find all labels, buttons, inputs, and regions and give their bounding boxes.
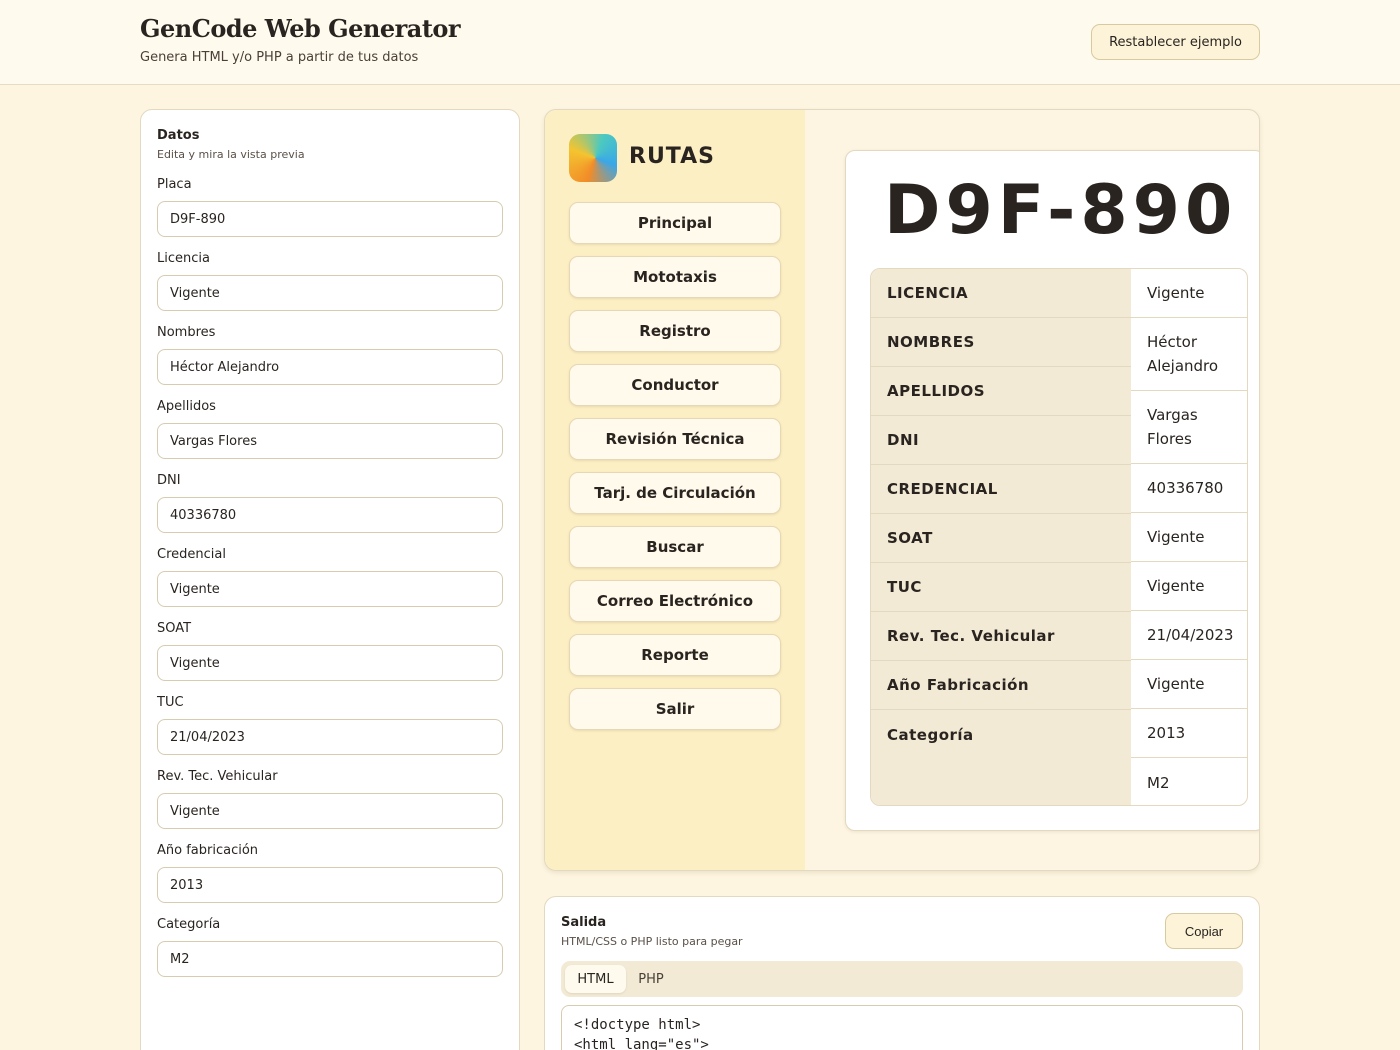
gradient-logo-icon (569, 134, 617, 182)
categoria-input[interactable] (157, 941, 503, 977)
key-nombres: NOMBRES (871, 318, 1131, 367)
reset-example-button[interactable]: Restablecer ejemplo (1091, 24, 1260, 60)
key-credencial: CREDENCIAL (871, 465, 1131, 514)
vehicle-data-table: LICENCIA NOMBRES APELLIDOS DNI CREDENCIA… (870, 268, 1248, 806)
value-cell: M2 (1147, 773, 1170, 792)
top-bar: GenCode Web Generator Genera HTML y/o PH… (0, 0, 1400, 85)
value-cell: Vigente (1131, 269, 1247, 318)
key-tuc: TUC (871, 563, 1131, 612)
key-rev-tec: Rev. Tec. Vehicular (871, 612, 1131, 661)
key-apellidos: APELLIDOS (871, 367, 1131, 416)
value-cell: Vigente (1131, 562, 1247, 611)
code-line: <!doctype html> (574, 1017, 701, 1033)
rev-tec-label: Rev. Tec. Vehicular (157, 769, 278, 784)
copy-button[interactable]: Copiar (1165, 913, 1243, 949)
menu-title: RUTAS (629, 144, 715, 169)
nav-buscar-button[interactable]: Buscar (569, 526, 781, 568)
nav-salir-button[interactable]: Salir (569, 688, 781, 730)
nombres-input[interactable] (157, 349, 503, 385)
key-soat: SOAT (871, 514, 1131, 563)
dni-input[interactable] (157, 497, 503, 533)
soat-input[interactable] (157, 645, 503, 681)
nav-reporte-button[interactable]: Reporte (569, 634, 781, 676)
tuc-input[interactable] (157, 719, 503, 755)
value-cell: Héctor Alejandro (1131, 318, 1247, 391)
key-licencia: LICENCIA (871, 269, 1131, 318)
nav-correo-button[interactable]: Correo Electrónico (569, 580, 781, 622)
anio-fabricacion-label: Año fabricación (157, 843, 259, 858)
credencial-input[interactable] (157, 571, 503, 607)
nav-revision-tecnica-button[interactable]: Revisión Técnica (569, 418, 781, 460)
licencia-label: Licencia (157, 251, 210, 266)
nav-tarj-circulacion-button[interactable]: Tarj. de Circulación (569, 472, 781, 514)
dni-label: DNI (157, 473, 181, 488)
placa-input[interactable] (157, 201, 503, 237)
licencia-input[interactable] (157, 275, 503, 311)
nombres-label: Nombres (157, 325, 216, 340)
form-title: Datos (157, 128, 200, 143)
nav-principal-button[interactable]: Principal (569, 202, 781, 244)
form-subtitle: Edita y mira la vista previa (157, 148, 305, 161)
nav-registro-button[interactable]: Registro (569, 310, 781, 352)
app-title: GenCode Web Generator (140, 14, 461, 43)
output-subtitle: HTML/CSS o PHP listo para pegar (561, 935, 743, 948)
tab-html[interactable]: HTML (565, 965, 626, 993)
key-dni: DNI (871, 416, 1131, 465)
nav-conductor-button[interactable]: Conductor (569, 364, 781, 406)
categoria-label: Categoría (157, 917, 221, 932)
value-cell: Vargas Flores (1131, 391, 1247, 464)
placa-label: Placa (157, 177, 192, 192)
app-subtitle: Genera HTML y/o PHP a partir de tus dato… (140, 50, 419, 65)
code-output[interactable]: <!doctype html> <html lang="es"> (561, 1005, 1243, 1050)
plate-number: D9F-890 (884, 171, 1238, 250)
apellidos-label: Apellidos (157, 399, 216, 414)
value-cell: 40336780 (1131, 464, 1247, 513)
code-line: <html lang="es"> (574, 1037, 709, 1050)
output-tabs: HTML PHP (561, 961, 1243, 997)
key-categoria: Categoría (887, 725, 974, 744)
apellidos-input[interactable] (157, 423, 503, 459)
credencial-label: Credencial (157, 547, 226, 562)
preview-panel: RUTAS Principal Mototaxis Registro Condu… (544, 109, 1260, 871)
output-panel: Salida HTML/CSS o PHP listo para pegar C… (544, 896, 1260, 1050)
preview-sidebar: RUTAS Principal Mototaxis Registro Condu… (545, 110, 805, 870)
tab-php[interactable]: PHP (629, 965, 673, 993)
key-anio-fabricacion: Año Fabricación (871, 661, 1131, 710)
rev-tec-input[interactable] (157, 793, 503, 829)
data-form-panel: Datos Edita y mira la vista previa Placa… (140, 109, 520, 1050)
nav-mototaxis-button[interactable]: Mototaxis (569, 256, 781, 298)
value-cell: 2013 (1131, 709, 1247, 758)
value-cell: Vigente (1131, 513, 1247, 562)
value-cell: Vigente (1131, 660, 1247, 709)
vehicle-document: D9F-890 LICENCIA NOMBRES APELLIDOS DNI C… (845, 150, 1259, 831)
tuc-label: TUC (157, 695, 184, 710)
output-title: Salida (561, 915, 607, 930)
value-cell: 21/04/2023 (1131, 611, 1247, 660)
anio-fabricacion-input[interactable] (157, 867, 503, 903)
soat-label: SOAT (157, 621, 192, 636)
